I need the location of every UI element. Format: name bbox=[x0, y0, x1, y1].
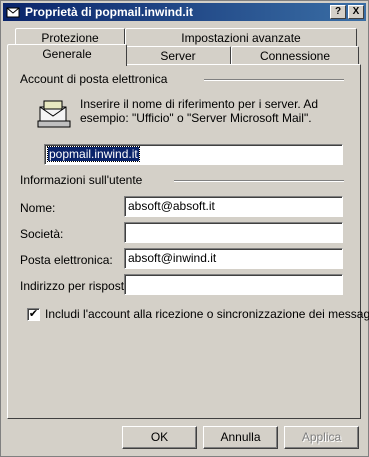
include-account-checkbox[interactable]: ✔ bbox=[27, 308, 40, 321]
title-bar[interactable]: Proprietà di popmail.inwind.it ? X bbox=[3, 3, 366, 21]
tab-impostazioni-avanzate[interactable]: Impostazioni avanzate bbox=[125, 28, 357, 48]
group-divider bbox=[204, 79, 344, 81]
reply-address-field[interactable] bbox=[124, 274, 343, 295]
help-button[interactable]: ? bbox=[330, 5, 346, 19]
mail-app-icon bbox=[6, 7, 20, 18]
general-panel: Account di posta elettronica Inserire il… bbox=[7, 64, 369, 419]
tab-connessione[interactable]: Connessione bbox=[231, 46, 359, 66]
ok-button[interactable]: OK bbox=[122, 426, 197, 449]
group-divider bbox=[174, 180, 344, 182]
user-info-group-label: Informazioni sull'utente bbox=[20, 173, 143, 187]
name-field[interactable]: absoft@absoft.it bbox=[124, 196, 343, 217]
account-group-label: Account di posta elettronica bbox=[20, 72, 168, 86]
account-name-value: popmail.inwind.it bbox=[47, 146, 140, 162]
name-label: Nome: bbox=[20, 201, 56, 215]
reply-address-label: Indirizzo per risposte: bbox=[20, 279, 135, 293]
cancel-button[interactable]: Annulla bbox=[203, 426, 278, 449]
close-button[interactable]: X bbox=[348, 5, 364, 19]
apply-button[interactable]: Applica bbox=[284, 426, 359, 449]
window-title: Proprietà di popmail.inwind.it bbox=[25, 5, 194, 19]
mail-envelope-icon bbox=[37, 100, 71, 128]
company-label: Società: bbox=[20, 227, 64, 241]
include-account-label[interactable]: Includi l'account alla ricezione o sincr… bbox=[45, 307, 369, 321]
tab-server[interactable]: Server bbox=[125, 46, 231, 66]
account-description: Inserire il nome di riferimento per i se… bbox=[80, 97, 319, 125]
email-field[interactable]: absoft@inwind.it bbox=[124, 248, 343, 269]
tab-generale[interactable]: Generale bbox=[7, 44, 127, 66]
email-label: Posta elettronica: bbox=[20, 253, 113, 267]
company-field[interactable] bbox=[124, 222, 343, 243]
account-name-field[interactable]: popmail.inwind.it bbox=[44, 144, 343, 165]
properties-dialog: Proprietà di popmail.inwind.it ? X Prote… bbox=[0, 0, 369, 457]
